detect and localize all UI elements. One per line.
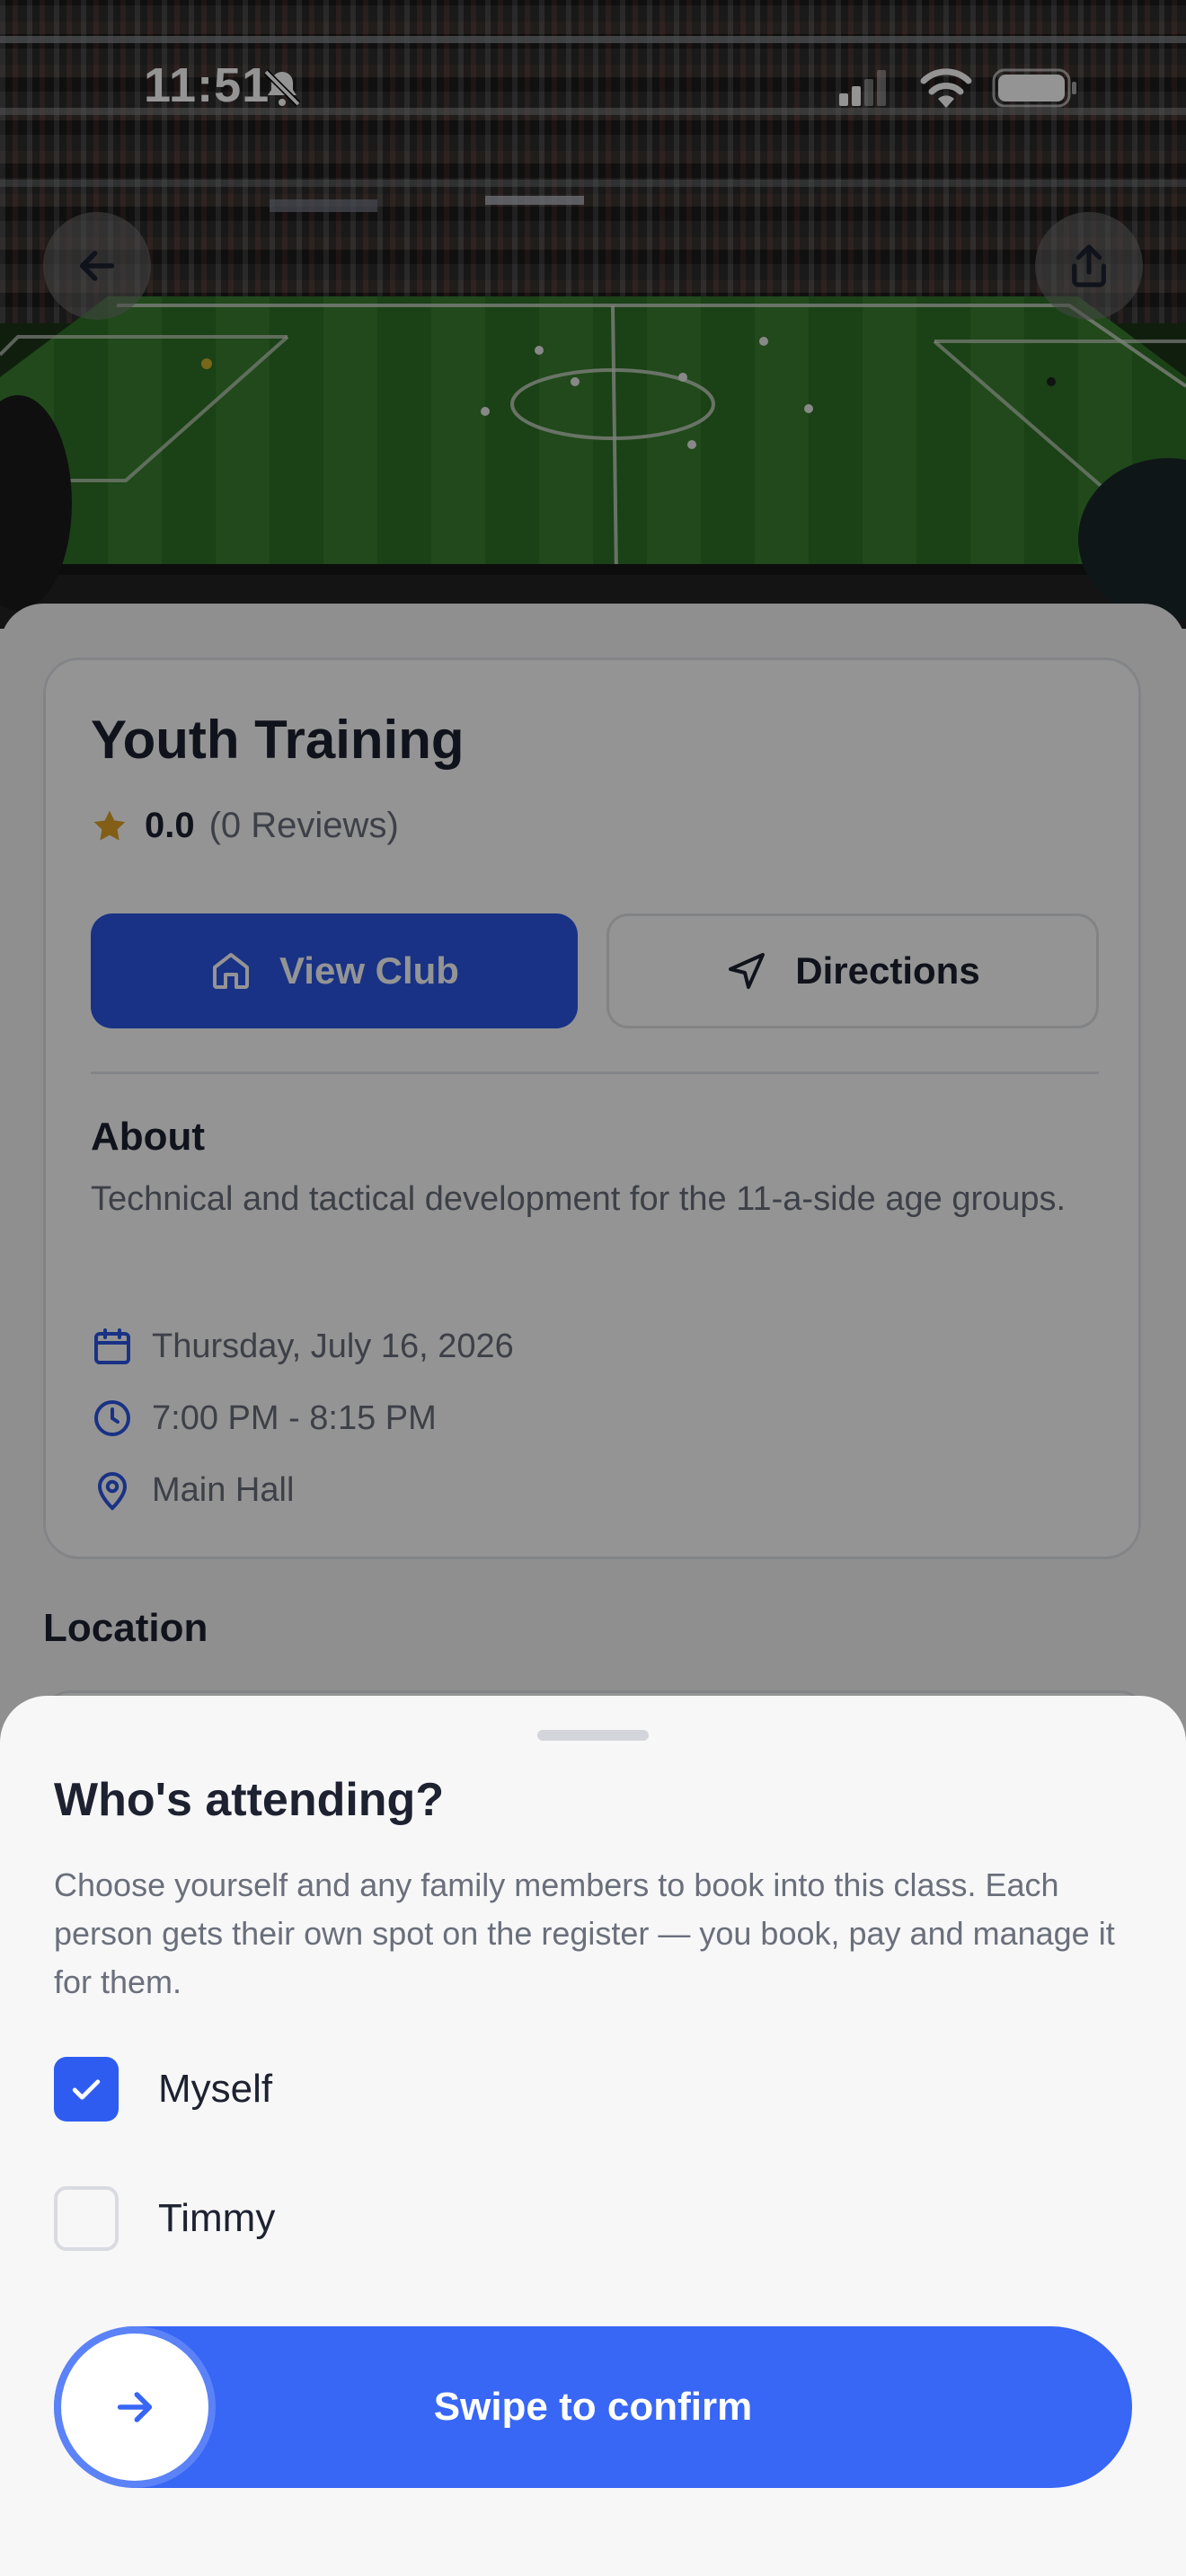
swipe-handle[interactable] (61, 2333, 208, 2481)
checkbox-unchecked[interactable] (54, 2186, 119, 2251)
sheet-grabber[interactable] (537, 1730, 649, 1741)
checkbox-checked[interactable] (54, 2057, 119, 2122)
swipe-label: Swipe to confirm (433, 2385, 753, 2429)
swipe-to-confirm-slider[interactable]: Swipe to confirm (54, 2326, 1132, 2488)
attendee-label: Timmy (158, 2196, 276, 2240)
attendee-sheet: Who's attending? Choose yourself and any… (0, 1696, 1186, 2576)
sheet-description: Choose yourself and any family members t… (54, 1866, 1115, 2000)
checkmark-icon (72, 2079, 101, 2100)
arrow-right-icon (117, 2392, 153, 2422)
sheet-title: Who's attending? (54, 1774, 445, 1826)
attendee-option-timmy[interactable]: Timmy (54, 2186, 275, 2251)
attendee-option-myself[interactable]: Myself (54, 2057, 272, 2122)
attendee-label: Myself (158, 2067, 273, 2111)
